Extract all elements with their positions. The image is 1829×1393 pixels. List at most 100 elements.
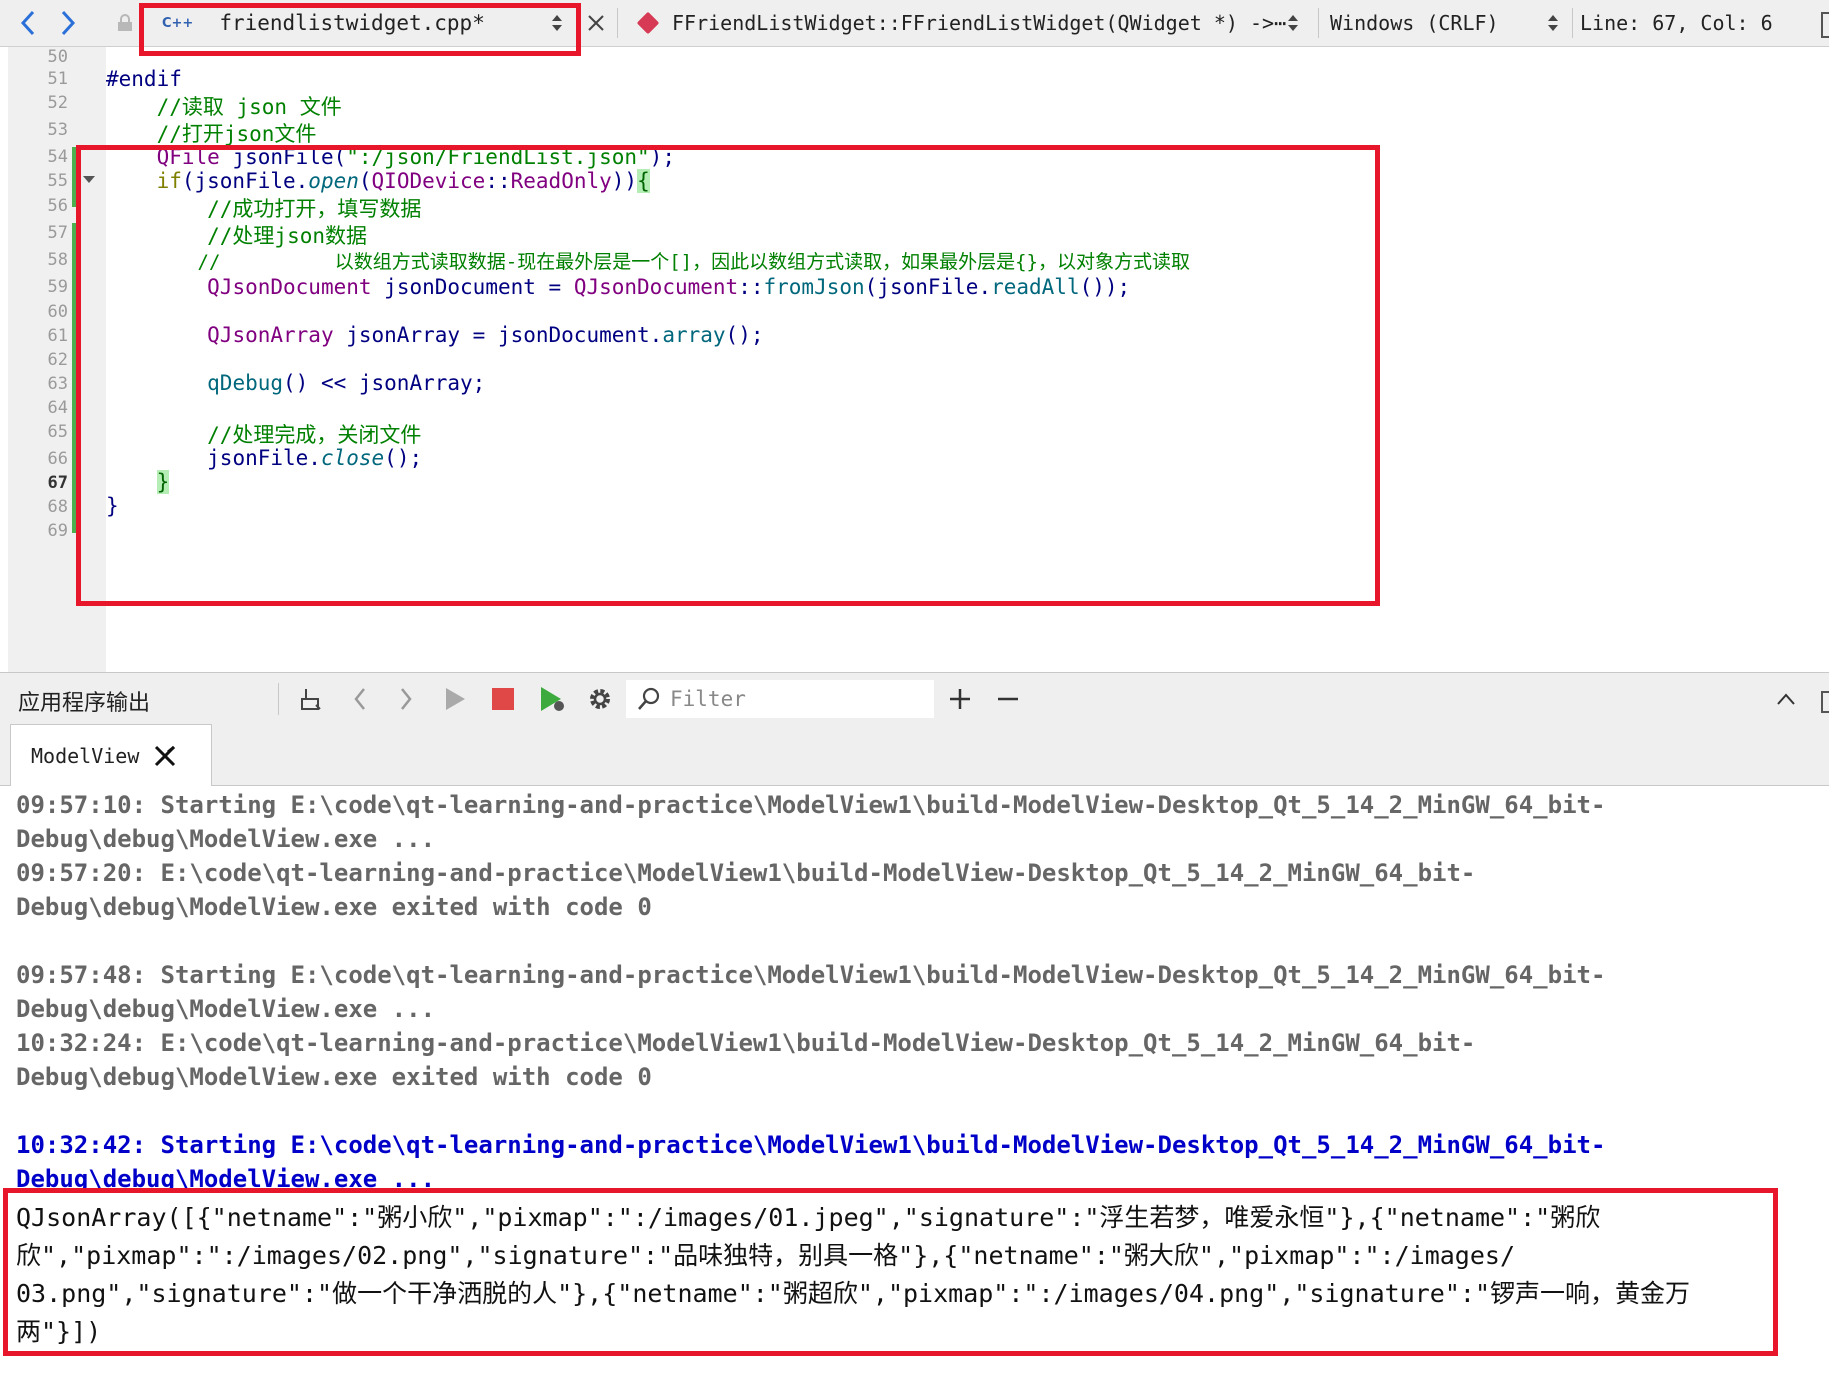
toolbar-divider: [1318, 8, 1319, 38]
enum-token: ReadOnly: [510, 169, 612, 193]
function-token: qDebug: [207, 371, 284, 395]
code-line-63: qDebug() << jsonArray;: [106, 371, 485, 395]
line-number: 69: [47, 521, 68, 541]
fold-arrow-icon[interactable]: [83, 176, 95, 183]
comment: //读取 json 文件: [106, 95, 342, 119]
lock-icon: [114, 0, 136, 46]
close-tab-icon[interactable]: [153, 744, 177, 768]
line-number: 60: [47, 302, 68, 322]
string-literal: ":/json/FriendList.json": [346, 145, 650, 169]
zoom-in-button[interactable]: [942, 681, 978, 717]
close-icon: [588, 15, 604, 31]
function-symbol-icon: [636, 11, 660, 35]
line-number: 51: [47, 69, 68, 89]
code-token: ();: [725, 323, 764, 347]
code-token: }: [106, 494, 119, 518]
play-icon: [446, 688, 465, 710]
back-button[interactable]: [8, 0, 48, 46]
line-ending-value: Windows (CRLF): [1330, 11, 1499, 35]
code-line-51: #endif: [106, 67, 182, 91]
code-line-61: QJsonArray jsonArray = jsonDocument.arra…: [106, 323, 763, 347]
code-token: ();: [384, 446, 423, 470]
output-pane-header: 应用程序输出 Filter: [0, 672, 1829, 726]
editor-toolbar: C++ friendlistwidget.cpp* FFriendListWid…: [0, 0, 1829, 47]
code-editor[interactable]: 50 51 52 53 54 55 56 57 58 59 60 61 62 6…: [8, 47, 1829, 672]
gear-icon: [590, 689, 610, 709]
output-line: 09:57:20: E:\code\qt-learning-and-practi…: [16, 859, 1476, 887]
cursor-position-text: Line: 67, Col: 6: [1580, 11, 1773, 35]
debug-output-line: 欣","pixmap":":/images/02.png","signature…: [16, 1241, 1516, 1270]
debug-output-line: 两"}]): [16, 1317, 102, 1346]
line-number: 55: [47, 171, 68, 191]
matched-brace: }: [156, 470, 170, 494]
cursor-position-button[interactable]: Line: 67, Col: 6: [1580, 0, 1820, 46]
comment: //处理json数据: [106, 224, 368, 248]
code-line-54: QFile jsonFile(":/json/FriendList.json")…: [106, 145, 675, 169]
attach-debugger-button[interactable]: [534, 681, 570, 717]
code-token: jsonArray = jsonDocument.: [333, 323, 663, 347]
updown-arrows-icon: [1288, 15, 1298, 31]
close-pane-button[interactable]: [1821, 691, 1829, 713]
code-token: jsonDocument =: [371, 275, 574, 299]
output-line: Debug\debug\ModelView.exe ...: [16, 995, 436, 1023]
line-number: 52: [47, 93, 68, 113]
output-pane-title: 应用程序输出: [18, 691, 151, 716]
line-number-current: 67: [47, 473, 68, 493]
filter-input[interactable]: Filter: [626, 680, 934, 718]
clear-icon: [301, 689, 321, 710]
line-ending-combobox[interactable]: Windows (CRLF): [1330, 0, 1570, 46]
line-number: 62: [47, 350, 68, 370]
split-button[interactable]: [1821, 12, 1829, 38]
line-number-gutter: 50 51 52 53 54 55 56 57 58 59 60 61 62 6…: [8, 47, 106, 672]
output-line-current-run: 10:32:42: Starting E:\code\qt-learning-a…: [16, 1131, 1606, 1159]
previous-item-button[interactable]: [342, 681, 378, 717]
code-line-52: //读取 json 文件: [106, 91, 342, 121]
comment: // 以数组方式读取数据-现在最外层是一个[]，因此以数组方式读取，如果最外层是…: [106, 251, 1190, 273]
settings-button[interactable]: [582, 681, 618, 717]
application-output[interactable]: 09:57:10: Starting E:\code\qt-learning-a…: [0, 786, 1829, 1393]
function-token: open: [308, 169, 359, 193]
comment: //处理完成，关闭文件: [106, 423, 422, 447]
tab-modelview[interactable]: ModelView: [10, 724, 212, 787]
stop-button[interactable]: [485, 681, 521, 717]
code-token: jsonFile(: [219, 145, 347, 169]
forward-button[interactable]: [48, 0, 88, 46]
symbol-combobox[interactable]: FFriendListWidget::FFriendListWidget(QWi…: [634, 0, 1314, 46]
rerun-button[interactable]: [437, 681, 473, 717]
code-token: (jsonFile.: [864, 275, 992, 299]
line-number: 57: [47, 223, 68, 243]
output-tabs: ModelView: [0, 724, 1829, 787]
function-token: fromJson: [763, 275, 865, 299]
keyword: if: [106, 169, 182, 193]
maximize-pane-button[interactable]: [1768, 681, 1804, 717]
code-line-57: //处理json数据: [106, 220, 367, 250]
chevron-left-icon: [354, 688, 365, 710]
next-item-button[interactable]: [388, 681, 424, 717]
debug-output-line: QJsonArray([{"netname":"粥小欣","pixmap":":…: [16, 1203, 1601, 1232]
comment: //成功打开，填写数据: [106, 197, 422, 221]
toolbar-divider: [1572, 8, 1573, 38]
current-symbol: FFriendListWidget::FFriendListWidget(QWi…: [672, 11, 1287, 35]
clear-output-button[interactable]: [292, 681, 328, 717]
type-token: QJsonArray: [207, 323, 334, 347]
comment: //打开json文件: [106, 122, 317, 146]
preprocessor-directive: #endif: [106, 67, 182, 91]
chevron-up-icon: [1777, 693, 1795, 705]
output-line-current-run: Debug\debug\ModelView.exe ...: [16, 1165, 436, 1193]
line-number: 53: [47, 120, 68, 140]
open-documents-combobox[interactable]: C++ friendlistwidget.cpp*: [140, 0, 580, 46]
line-number: 58: [47, 250, 68, 270]
type-token: QIODevice: [371, 169, 486, 193]
close-document-button[interactable]: [578, 0, 614, 46]
line-number: 65: [47, 422, 68, 442]
code-line-65: //处理完成，关闭文件: [106, 419, 421, 449]
code-line-55: if(jsonFile.open(QIODevice::ReadOnly)){: [106, 169, 650, 193]
toolbar-divider: [278, 683, 279, 715]
debug-output-line: 03.png","signature":"做一个干净洒脱的人"},{"netna…: [16, 1279, 1691, 1308]
zoom-out-button[interactable]: [990, 681, 1026, 717]
line-number: 66: [47, 449, 68, 469]
